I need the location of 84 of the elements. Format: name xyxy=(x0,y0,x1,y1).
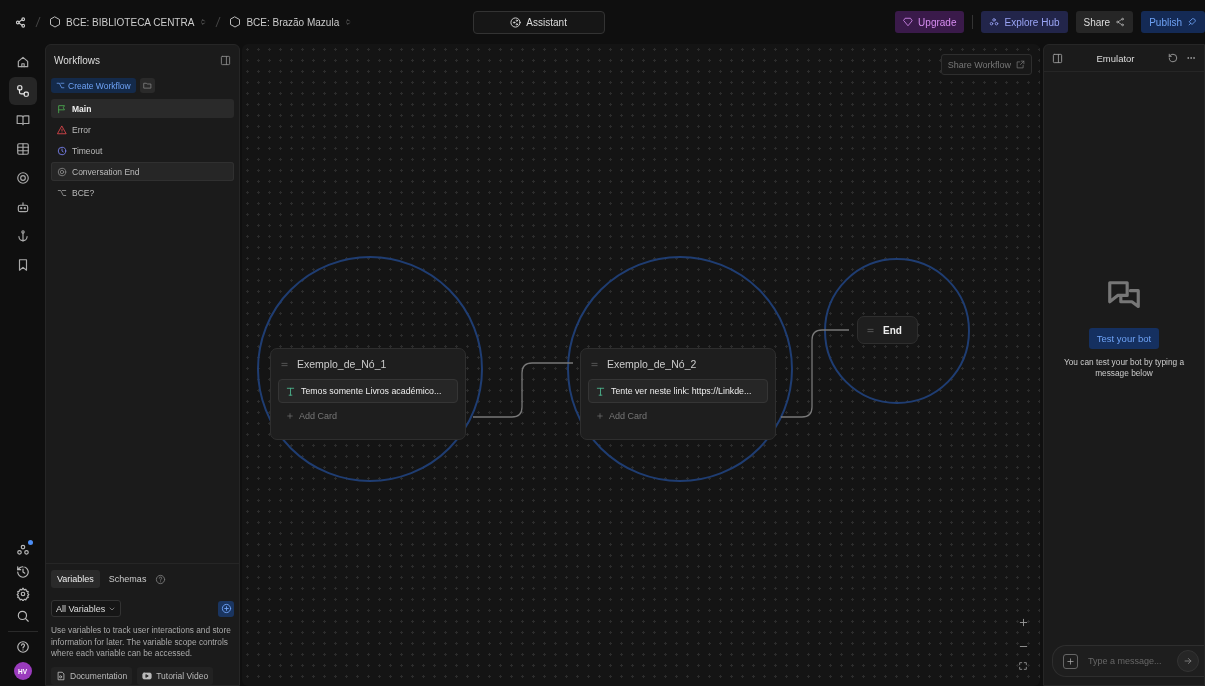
breadcrumb[interactable]: BCE: BIBLIOTECA CENTRA xyxy=(66,16,195,28)
external-link-icon xyxy=(1016,60,1025,69)
tab[interactable]: Variables xyxy=(51,570,100,589)
people-icon xyxy=(989,17,1000,27)
workflow-item[interactable]: Error xyxy=(51,120,234,139)
book-icon xyxy=(15,113,30,127)
publish-button[interactable]: Publish xyxy=(1141,11,1205,33)
plus-circle-icon xyxy=(220,603,232,615)
plus-icon xyxy=(1017,616,1029,628)
nav-button[interactable] xyxy=(8,77,37,105)
node-title: Exemplo_de_Nó_1 xyxy=(297,358,387,370)
test-bot-button[interactable]: Test your bot xyxy=(1088,328,1160,350)
sidebar-toggle-icon[interactable] xyxy=(220,54,231,66)
flow-node[interactable]: Exemplo_de_Nó_1 Temos somente Livros académico... Add Card xyxy=(270,348,466,440)
text-icon xyxy=(285,385,296,397)
plus-icon xyxy=(286,412,294,420)
plus-icon xyxy=(596,412,604,420)
history-icon[interactable] xyxy=(15,565,30,579)
workflow-item[interactable]: BCE? xyxy=(51,183,234,202)
sidebar-toggle-icon[interactable] xyxy=(1052,52,1063,64)
branch-icon xyxy=(57,187,67,198)
notification-dot xyxy=(27,540,33,545)
tab[interactable]: Schemas xyxy=(102,570,153,589)
folder-button[interactable] xyxy=(139,78,155,93)
sort-caret-icon xyxy=(199,18,208,26)
workflow-item[interactable]: Timeout xyxy=(51,141,234,160)
flow-node[interactable]: Exemplo_de_Nó_2 Tente ver neste link: https://Linkde... Add Card xyxy=(580,348,776,440)
video-icon xyxy=(142,671,153,681)
clock-icon xyxy=(57,145,67,156)
robot-icon xyxy=(15,200,30,214)
settings-icon[interactable] xyxy=(15,587,30,601)
plus-icon xyxy=(1066,656,1075,666)
help-icon[interactable] xyxy=(15,640,30,654)
home-icon xyxy=(15,55,30,69)
attach-button[interactable] xyxy=(1063,653,1078,669)
panel-title: Workflows xyxy=(54,54,100,66)
document-icon xyxy=(56,671,66,681)
text-card[interactable]: Tente ver neste link: https://Linkde... xyxy=(588,379,768,403)
flag-icon xyxy=(57,103,67,114)
workflow-item[interactable]: Conversation End xyxy=(51,162,234,181)
table-icon xyxy=(15,142,30,156)
people-icon[interactable] xyxy=(15,543,30,557)
folder-icon xyxy=(142,81,152,90)
target-icon xyxy=(15,171,30,185)
breadcrumb[interactable]: BCE: Brazão Mazula xyxy=(246,16,340,28)
breadcrumb-separator xyxy=(215,16,222,28)
filter-dropdown[interactable]: All Variables xyxy=(51,600,122,618)
workflow-icon xyxy=(15,84,30,98)
panel-title: Emulator xyxy=(1095,52,1136,64)
add-card-button[interactable]: Add Card xyxy=(286,411,458,421)
share-workflow-button[interactable]: Share Workflow xyxy=(940,54,1032,75)
assistant-button[interactable]: Assistant xyxy=(472,10,605,34)
target-icon xyxy=(57,166,67,177)
video-link[interactable]: Tutorial Video xyxy=(137,667,214,685)
warning-icon xyxy=(57,124,67,135)
rocket-icon xyxy=(1187,17,1197,27)
workflow-item[interactable]: Main xyxy=(51,99,234,118)
hexagon-icon xyxy=(229,16,242,28)
share-icon xyxy=(1115,17,1126,27)
text-icon xyxy=(595,385,606,397)
fit-view-icon xyxy=(1018,661,1028,671)
documentation-link[interactable]: Documentation xyxy=(51,667,133,685)
text-card[interactable]: Temos somente Livros académico... xyxy=(278,379,458,403)
node-title: Exemplo_de_Nó_2 xyxy=(607,358,697,370)
sort-caret-icon xyxy=(344,18,353,26)
search-icon[interactable] xyxy=(15,609,30,623)
share-button[interactable]: Share xyxy=(1075,11,1134,33)
create-workflow-button[interactable]: Create Workflow xyxy=(51,78,136,93)
diamond-icon xyxy=(903,17,914,27)
upgrade-button[interactable]: Upgrade xyxy=(895,11,965,33)
hexagon-icon xyxy=(49,16,61,28)
hint-text: You can test your bot by typing a message below xyxy=(1062,357,1186,379)
description-text: Use variables to track user interactions and store information for later. The variable scope controls where each variable can be accessed. xyxy=(51,625,232,659)
arrow-right-icon xyxy=(1183,656,1193,666)
assistant-icon xyxy=(510,16,522,28)
end-node[interactable]: End xyxy=(857,316,918,344)
add-variable-button[interactable] xyxy=(218,600,234,617)
reset-icon[interactable] xyxy=(1168,53,1178,63)
workflow-icon xyxy=(56,81,65,90)
hub-button[interactable]: Explore Hub xyxy=(981,11,1068,33)
breadcrumb-separator xyxy=(35,16,41,28)
logo-icon xyxy=(14,15,27,29)
anchor-icon xyxy=(15,229,30,243)
add-card-button[interactable]: Add Card xyxy=(596,411,768,421)
